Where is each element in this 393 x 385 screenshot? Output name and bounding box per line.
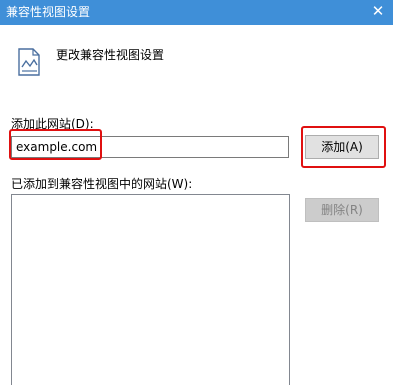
add-site-label: 添加此网站(D): <box>11 117 94 131</box>
add-site-input[interactable] <box>11 136 289 158</box>
compat-view-icon <box>18 48 40 76</box>
add-button[interactable]: 添加(A) <box>305 135 379 159</box>
header-title: 更改兼容性视图设置 <box>56 48 165 62</box>
site-list-label: 已添加到兼容性视图中的网站(W): <box>11 177 193 191</box>
site-list[interactable] <box>11 194 290 385</box>
compat-view-dialog: 兼容性视图设置 ✕ 更改兼容性视图设置 添加此网站(D): 添加(A) 已添加到… <box>0 0 393 385</box>
title-bar: 兼容性视图设置 ✕ <box>0 0 393 25</box>
remove-button: 删除(R) <box>305 198 379 222</box>
close-icon: ✕ <box>371 2 385 20</box>
close-button[interactable]: ✕ <box>363 0 393 25</box>
window-title: 兼容性视图设置 <box>6 5 91 19</box>
